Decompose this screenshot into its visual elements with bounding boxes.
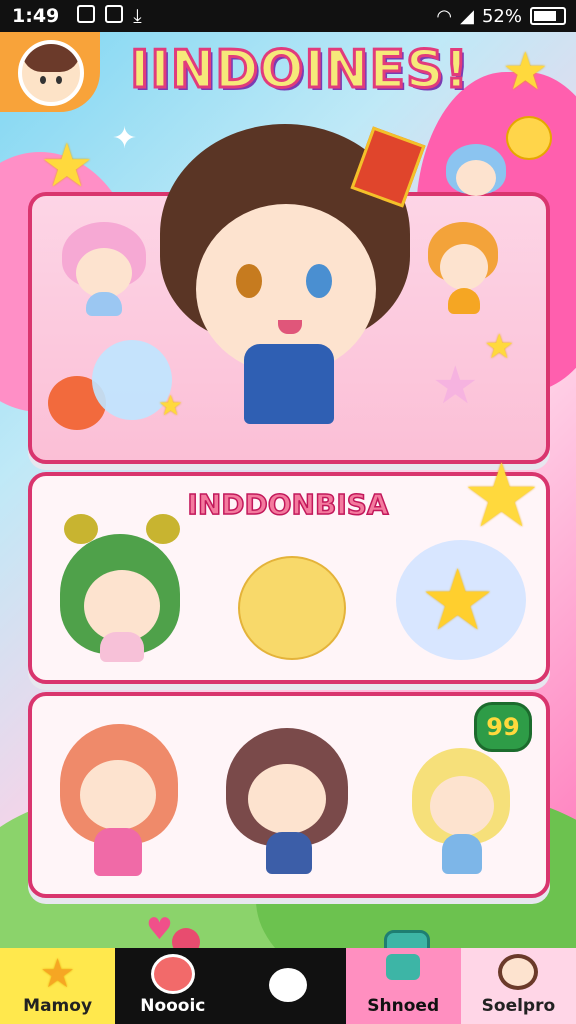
nav-item-home[interactable]	[230, 948, 346, 1024]
hero-character	[160, 124, 426, 444]
profile-icon	[498, 954, 539, 990]
blonde-character	[412, 748, 512, 878]
nav-label: Shnoed	[367, 996, 440, 1016]
star-creature-icon: ★	[420, 551, 496, 649]
download-icon: ⤓	[133, 5, 142, 27]
star-icon: ★	[158, 389, 184, 422]
app-notification-icon	[105, 5, 124, 23]
brown-hair-character	[226, 728, 350, 878]
star-icon: ★	[39, 951, 76, 997]
battery-icon	[530, 7, 566, 25]
nav-item-shnoed[interactable]: Shnoed	[345, 948, 461, 1024]
nav-item-mamoy[interactable]: ★ Mamoy	[0, 948, 116, 1024]
shop-icon	[386, 954, 421, 980]
nav-label: Soelpro	[481, 996, 556, 1016]
heart-icon: ♥	[146, 912, 173, 947]
speech-bubble: 99	[474, 702, 532, 752]
star-icon: ★	[40, 131, 94, 201]
bottom-nav: ★ Mamoy Noooic Shnoed Soelpro	[0, 948, 576, 1024]
status-time: 1:49	[12, 5, 60, 27]
smiley-ball-icon	[238, 556, 346, 660]
nav-item-soelpro[interactable]: Soelpro	[460, 948, 576, 1024]
speech-bubble-text: 99	[486, 713, 520, 741]
nav-item-noooic[interactable]: Noooic	[115, 948, 231, 1024]
wifi-icon: ◠	[436, 5, 453, 27]
pink-star-icon: ★	[432, 356, 479, 416]
green-hair-character	[60, 514, 186, 664]
battery-percent: 52%	[481, 5, 522, 27]
pink-character	[62, 222, 146, 316]
nav-label: Mamoy	[23, 996, 93, 1016]
star-mascot-icon[interactable]: ★	[502, 46, 549, 98]
signal-icon: ◢	[460, 5, 474, 27]
smiley-icon	[506, 116, 552, 160]
orange-character	[428, 222, 502, 316]
home-circle-icon	[269, 968, 307, 1002]
star-icon: ★	[484, 327, 515, 367]
avatar[interactable]	[18, 40, 84, 106]
status-bar: 1:49 ⤓ ◠ ◢ 52%	[0, 0, 576, 32]
sparkle-icon: ✦	[112, 121, 138, 156]
image-notification-icon	[77, 5, 96, 23]
blue-hair-character	[446, 144, 510, 202]
character-icon	[150, 954, 195, 994]
redhead-character	[60, 724, 180, 880]
nav-label: Noooic	[140, 996, 206, 1016]
app-title: IINDOINES!	[129, 39, 470, 102]
sun-mascot-icon: ★	[462, 444, 541, 547]
